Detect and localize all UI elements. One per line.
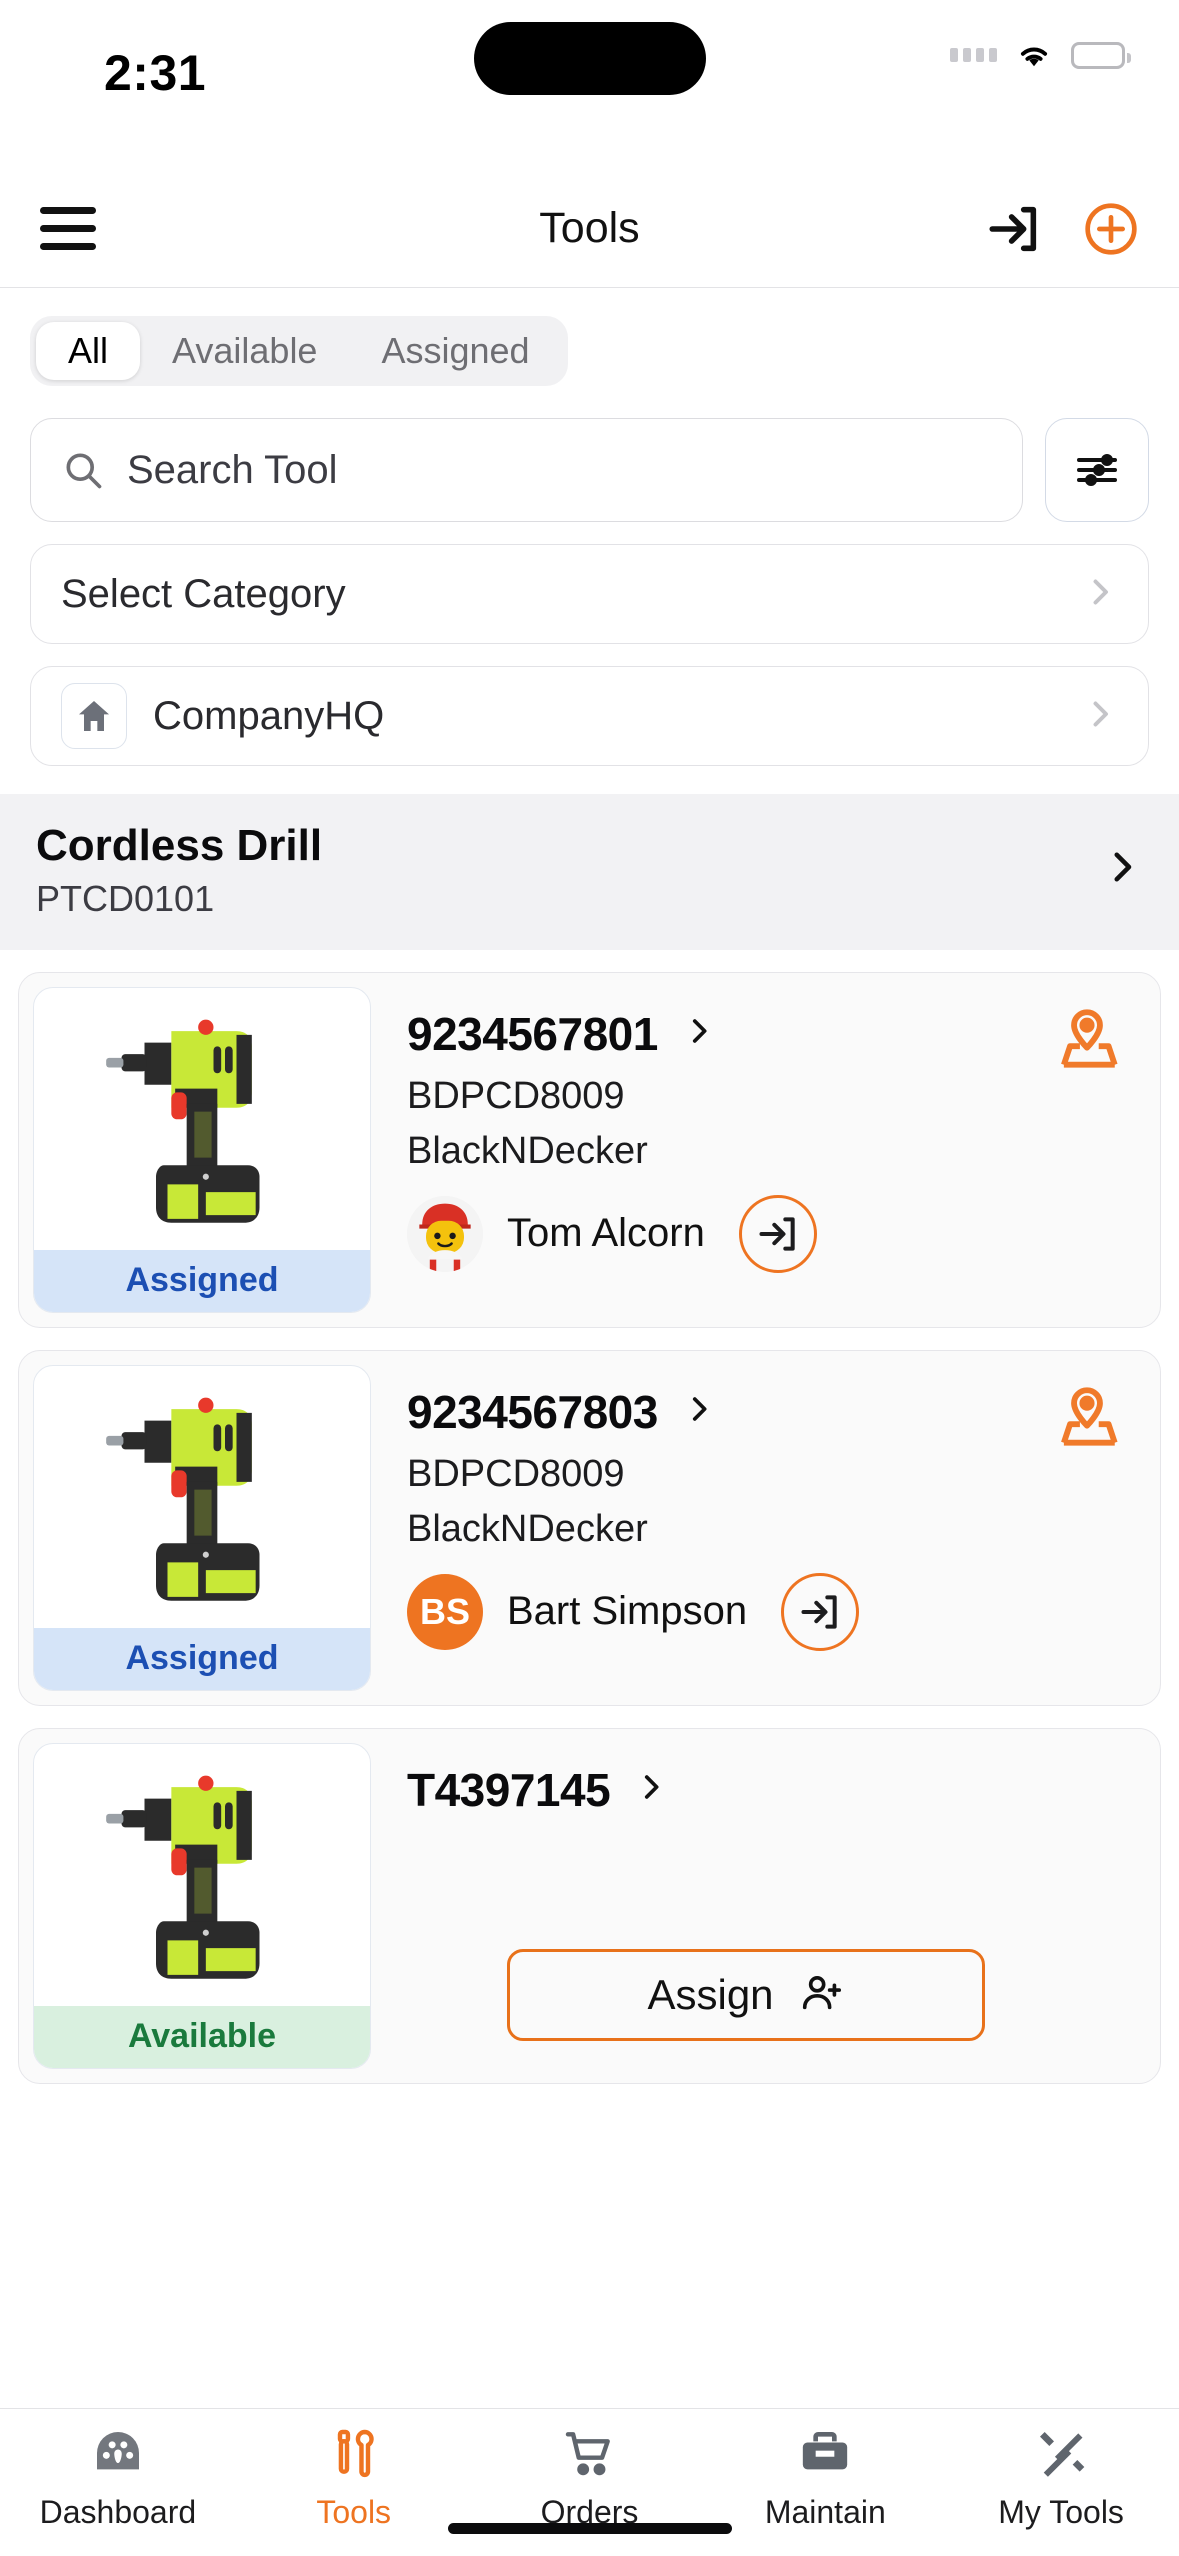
location-label: CompanyHQ — [153, 693, 385, 738]
tool-model: BDPCD8009 — [407, 1074, 625, 1117]
tool-card[interactable]: Available T4397145 Assign — [18, 1727, 1161, 2084]
assignee-name: Tom Alcorn — [507, 1211, 705, 1256]
segment-assigned[interactable]: Assigned — [349, 322, 561, 380]
chevron-right-icon[interactable] — [634, 1770, 668, 1809]
category-label: Select Category — [61, 571, 346, 616]
tab-label: My Tools — [998, 2494, 1124, 2530]
status-indicators — [950, 40, 1131, 70]
avatar — [407, 1195, 483, 1272]
search-input[interactable]: Search Tool — [30, 418, 1023, 522]
tool-serial: 9234567801 — [407, 1007, 658, 1060]
tab-my-tools[interactable]: My Tools — [943, 2425, 1179, 2531]
chevron-right-icon — [1101, 846, 1143, 893]
home-indicator — [447, 2523, 732, 2534]
tab-tools[interactable]: Tools — [236, 2425, 472, 2531]
map-pin-icon[interactable] — [1050, 1381, 1124, 1460]
assign-button[interactable]: Assign — [506, 1948, 985, 2041]
tool-serial: T4397145 — [407, 1763, 611, 1816]
tool-brand: BlackNDecker — [407, 1129, 648, 1172]
battery-icon — [1071, 41, 1131, 69]
tool-list: Assigned 9234567801 BDPCD8009 BlackNDeck… — [0, 949, 1179, 2408]
tool-thumbnail: Assigned — [33, 1364, 371, 1691]
dynamic-island — [473, 22, 706, 95]
tool-group-code: PTCD0101 — [36, 877, 215, 919]
wifi-icon — [1020, 47, 1048, 67]
assignee-name: Bart Simpson — [507, 1589, 748, 1634]
tab-label: Dashboard — [39, 2494, 197, 2530]
tool-card[interactable]: Assigned 9234567803 BDPCD8009 BlackNDeck… — [18, 1349, 1161, 1706]
crossed-tools-icon — [1033, 2425, 1089, 2486]
tab-dashboard[interactable]: Dashboard — [0, 2425, 236, 2531]
search-placeholder: Search Tool — [127, 447, 338, 492]
person-add-icon — [798, 1969, 844, 2020]
filter-sliders-icon[interactable] — [1045, 418, 1149, 522]
tool-card[interactable]: Assigned 9234567801 BDPCD8009 BlackNDeck… — [18, 971, 1161, 1328]
tab-label: Tools — [316, 2494, 392, 2530]
cordless-drill-photo — [106, 1019, 260, 1223]
signal-dots-icon — [950, 48, 997, 62]
shopping-cart-icon — [561, 2425, 617, 2486]
add-circle-icon[interactable] — [1083, 201, 1139, 257]
assign-button-label: Assign — [647, 1970, 774, 2018]
category-select[interactable]: Select Category — [30, 544, 1149, 644]
tab-label: Maintain — [764, 2494, 886, 2530]
location-select[interactable]: CompanyHQ — [30, 666, 1149, 766]
tool-brand: BlackNDecker — [407, 1507, 648, 1550]
map-pin-icon[interactable] — [1050, 1003, 1124, 1082]
avatar: BS — [407, 1573, 483, 1650]
tool-group-title: Cordless Drill — [36, 821, 323, 870]
tool-serial: 9234567803 — [407, 1385, 658, 1438]
tool-model: BDPCD8009 — [407, 1452, 625, 1495]
tab-maintain[interactable]: Maintain — [707, 2425, 943, 2531]
tool-thumbnail: Assigned — [33, 986, 371, 1313]
status-time: 2:31 — [104, 45, 207, 101]
toolbox-icon — [797, 2425, 853, 2486]
tool-group-header[interactable]: Cordless Drill PTCD0101 — [0, 794, 1179, 950]
chevron-right-icon[interactable] — [682, 1392, 716, 1431]
tab-orders[interactable]: Orders — [472, 2425, 708, 2531]
app-header: Tools — [0, 170, 1179, 288]
status-badge: Available — [34, 2005, 370, 2068]
cordless-drill-photo — [106, 1775, 260, 1979]
home-icon — [61, 683, 127, 749]
search-icon — [66, 453, 102, 489]
status-badge: Assigned — [34, 1627, 370, 1690]
hamburger-menu-icon[interactable] — [40, 207, 96, 250]
check-in-arrow-icon[interactable] — [985, 200, 1043, 258]
check-in-button[interactable] — [738, 1194, 817, 1273]
cordless-drill-photo — [106, 1397, 260, 1601]
chevron-right-icon — [1082, 696, 1118, 737]
segment-available[interactable]: Available — [140, 322, 349, 380]
check-in-button[interactable] — [781, 1572, 860, 1651]
app-screen: 2:31 Tools All Available Assigned Search… — [0, 0, 1179, 2556]
status-badge: Assigned — [34, 1249, 370, 1312]
chevron-right-icon — [1082, 574, 1118, 615]
filter-tabs: All Available Assigned — [0, 288, 1179, 386]
chevron-right-icon[interactable] — [682, 1014, 716, 1053]
status-bar: 2:31 — [0, 0, 1179, 170]
tools-screwdriver-wrench-icon — [326, 2425, 382, 2486]
tool-thumbnail: Available — [33, 1742, 371, 2069]
segment-all[interactable]: All — [36, 322, 141, 380]
search-row: Search Tool — [0, 386, 1179, 522]
dashboard-gauge-icon — [90, 2425, 146, 2486]
